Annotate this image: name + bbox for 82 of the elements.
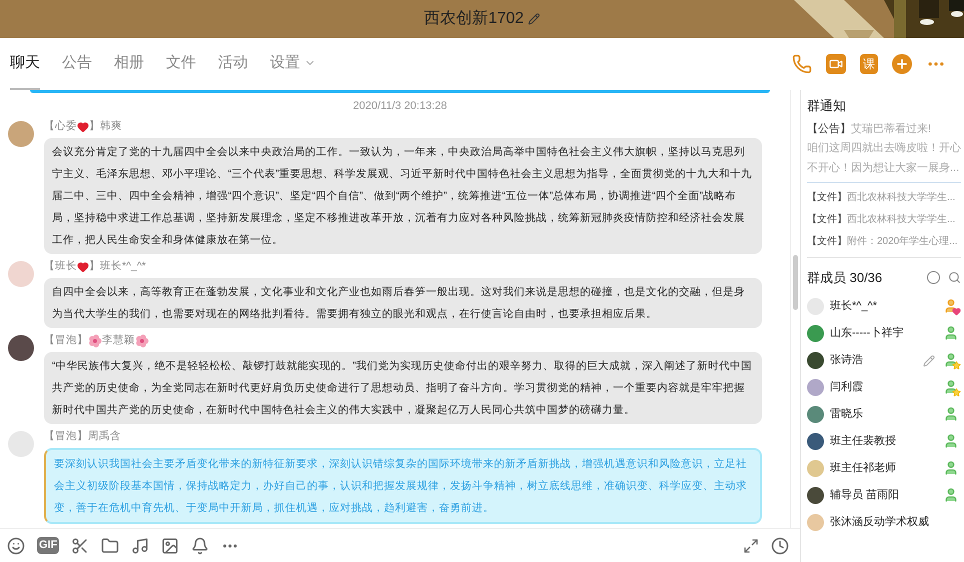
scissors-icon[interactable] (71, 536, 90, 554)
announcement-text[interactable]: 咱们这周四就出去嗨皮啦！开心不开心！因为想让大家一展身... (807, 138, 961, 182)
file-link[interactable]: 西北农林科技大学学生... (847, 214, 956, 224)
member-item[interactable]: 山东-----卜祥宇 (807, 320, 961, 347)
video-call-icon[interactable] (826, 54, 846, 74)
course-button[interactable]: 课 (860, 54, 878, 74)
member-name: 张诗浩 (830, 353, 864, 368)
avatar (807, 406, 824, 423)
gif-button[interactable]: GIF (37, 537, 60, 554)
member-name: 雷晓乐 (830, 407, 864, 422)
message-bubble: 要深刻认识我国社会主要矛盾变化带来的新特征新要求，深刻认识错综复杂的国际环境带来的新矛盾新挑战，增强机遇意识和风险意识，立足社会主义初级阶段基本国情，保持战略定力，办好自己的事，认识和把握发展规律，发扬斗争精神，树立底线思维，准确识变、科学应变、主动求变，善于在危机中育先机、于变局中开新局，抓住机遇，应对挑战，趋利避害，奋勇前进。 (44, 448, 762, 524)
sender-name[interactable]: 李慧颖 (102, 332, 135, 348)
avatar (807, 433, 824, 450)
sender-name[interactable]: 韩爽 (100, 118, 122, 134)
message-bubble: 自四中全会以来，高等教育正在蓬勃发展，文化事业和文化产业也如雨后春笋一般出现。这对我们来说是思想的碰撞，也是文化的交融，但是身为当代大学生的我们，也需要对现在的网络批判看待。需要拥有独立的眼光和观点，在行使言论自由时，也要承担相应后果。 (44, 278, 762, 328)
expand-icon[interactable] (743, 538, 759, 554)
timestamp: 2020/11/3 20:13:28 (353, 99, 447, 114)
tab[interactable]: 文件 (166, 38, 196, 90)
tab[interactable]: 公告 (62, 38, 92, 90)
avatar (807, 325, 824, 342)
image-icon[interactable] (161, 536, 180, 554)
member-item[interactable]: 闫利霞 (807, 374, 961, 401)
member-name: 张沐涵反动学术权威 (830, 515, 930, 530)
panel-title: 群通知 (807, 97, 847, 115)
music-icon[interactable] (131, 536, 150, 554)
file-tag: 【文件】 (807, 214, 847, 224)
edit-icon[interactable] (528, 13, 540, 25)
member-item[interactable]: 张沐涵反动学术权威 (807, 509, 961, 536)
member-item[interactable]: 班长*^_^* (807, 293, 961, 320)
member-name: 班主任裴教授 (830, 434, 897, 450)
file-tag: 【文件】 (807, 236, 847, 246)
bell-icon[interactable] (191, 536, 210, 554)
history-icon[interactable] (771, 536, 789, 554)
sender-name[interactable]: 周禹含 (88, 428, 121, 444)
member-tag: 【冒泡 (44, 428, 77, 444)
member-item[interactable]: 班主任裴教授 (807, 428, 961, 455)
avatar (807, 379, 824, 396)
phone-icon[interactable] (792, 54, 812, 74)
avatar (807, 460, 824, 477)
edit-icon[interactable] (923, 354, 935, 366)
avatar (807, 352, 824, 369)
member-item[interactable]: 张诗浩 (807, 347, 961, 374)
member-tag: 【班长 (44, 258, 77, 274)
flower-icon (88, 334, 102, 348)
member-tag: 【心委 (44, 118, 77, 134)
tab[interactable]: 相册 (114, 38, 144, 90)
avatar[interactable] (8, 334, 34, 360)
add-icon[interactable] (892, 54, 912, 74)
member-name: 山东-----卜祥宇 (830, 326, 904, 342)
window-title: 西农创新1702 (424, 8, 524, 29)
emoji-icon[interactable] (7, 536, 25, 554)
member-tag: 】 (77, 332, 88, 348)
member-tag: 】 (89, 258, 100, 274)
member-name: 闫利霞 (830, 380, 864, 396)
sender-name[interactable]: 班长*^_^* (100, 258, 146, 274)
member-name: 班长*^_^* (830, 299, 878, 314)
file-link[interactable]: 西北农林科技大学学生... (847, 192, 956, 202)
panel-title: 群成员 30/36 (807, 268, 884, 286)
tab[interactable]: 活动 (218, 38, 248, 90)
member-name: 班主任祁老师 (830, 460, 897, 476)
file-link[interactable]: 附件：2020年学生心理... (847, 236, 958, 246)
scrollbar-thumb[interactable] (793, 255, 798, 310)
flower-icon (135, 334, 149, 348)
member-tag: 】 (89, 118, 100, 134)
message-bubble: “中华民族伟大复兴，绝不是轻轻松松、敲锣打鼓就能实现的。”我们党为实现历史使命付出的艰辛努力、取得的巨大成就，深入阐述了新时代中国共产党的历史使命，为全党同志在新时代更好肩负历史使命进行了思想动员、指明了奋斗方向。学习贯彻党的精神，一个重要内容就是牢牢把握新时代中国共产党的历史使命，在新时代中国特色社会主义的伟大实践中，凝聚起亿万人民同心共筑中国梦的磅礴力量。 (44, 352, 762, 424)
member-item[interactable]: 辅导员 苗雨阳 (807, 482, 961, 509)
member-item[interactable]: 雷晓乐 (807, 401, 961, 428)
message-bubble: 会议充分肯定了党的十九届四中全会以来中央政治局的工作。一致认为，一年来，中央政治局高举中国特色社会主义伟大旗帜，坚持以马克思列宁主义、毛泽东思想、邓小平理论、“三个代表”重要思想、科学发展观、习近平新时代中国特色社会主义思想为指导，全面贯彻党的十九大和十九届二中、三中、四中全会精神，增强“四个意识”、坚定“四个自信”、做到“两个维护”，统筹推进“五位一体”总体布局，协调推进“四个全面”战略布局，坚持稳中求进工作总基调，坚持新发展理念，坚定不移推进改革开放，沉着有力应对各种风险挑战，统筹新冠肺炎疫情防控和经济社会发展工作，把人民生命安全和身体健康放在第一位。 (44, 138, 762, 254)
heart-icon (77, 260, 89, 272)
member-tag: 】 (77, 428, 88, 444)
search-icon[interactable] (948, 270, 961, 284)
file-tag: 【文件】 (807, 192, 847, 202)
avatar (807, 514, 824, 531)
heart-icon (77, 120, 89, 132)
member-item[interactable]: 班主任祁老师 (807, 455, 961, 482)
member-tag: 【冒泡 (44, 332, 77, 348)
folder-icon[interactable] (101, 536, 120, 554)
member-name: 辅导员 苗雨阳 (830, 488, 900, 504)
announcement-tag: 【公告】 (807, 122, 851, 134)
tab[interactable]: 设置 (270, 38, 316, 90)
avatar (807, 487, 824, 504)
announcement-title[interactable]: 艾瑞巴蒂看过来! (851, 122, 932, 134)
